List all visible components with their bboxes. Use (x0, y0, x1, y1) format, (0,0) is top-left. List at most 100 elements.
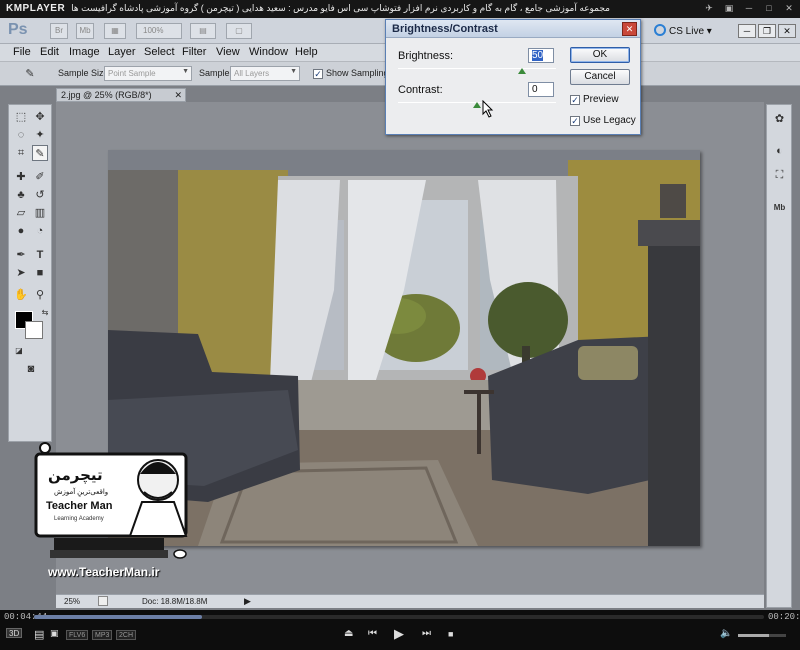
ps-logo: Ps (8, 21, 28, 38)
sample-size-select[interactable]: Point Sample ▼ (104, 66, 192, 81)
menu-window[interactable]: Window (249, 46, 288, 58)
minimize-icon[interactable]: ─ (742, 2, 756, 15)
arrange-documents-icon[interactable]: ▤ (190, 23, 216, 39)
menu-select[interactable]: Select (144, 46, 175, 58)
color-panel-icon[interactable]: ✿ (771, 111, 788, 128)
preview-checkbox[interactable]: ✓ (570, 95, 580, 105)
eyedropper-tool-icon[interactable]: ✎ (32, 145, 48, 161)
bridge-icon[interactable]: Br (50, 23, 68, 39)
ps-minimize-button[interactable]: ─ (738, 24, 756, 38)
menu-edit[interactable]: Edit (40, 46, 59, 58)
menu-layer[interactable]: Layer (108, 46, 136, 58)
seek-bar[interactable] (34, 615, 764, 619)
play-icon[interactable]: ▶ (394, 626, 404, 642)
dialog-close-button[interactable]: ✕ (622, 22, 637, 36)
3d-mode-button[interactable]: 3D (6, 628, 23, 638)
gradient-tool-icon[interactable]: ▥ (32, 205, 48, 221)
brightness-slider-thumb[interactable] (518, 68, 526, 74)
type-tool-icon[interactable]: T (32, 247, 48, 263)
history-brush-icon[interactable]: ↺ (32, 187, 48, 203)
dodge-tool-icon[interactable]: ◔ (32, 223, 48, 239)
watermark-brand-en: Teacher Man (46, 500, 113, 512)
view-extras-icon[interactable]: ▦ (104, 23, 126, 39)
sample-value: All Layers (234, 69, 270, 78)
quick-selection-icon[interactable]: ✦ (32, 127, 48, 143)
close-icon[interactable]: ✕ (782, 2, 796, 15)
adjustments-panel-icon[interactable]: ◐ (771, 143, 788, 160)
menu-icon[interactable]: ▤ (34, 628, 44, 641)
menu-help[interactable]: Help (295, 46, 318, 58)
ps-close-button[interactable]: ✕ (778, 24, 796, 38)
seek-bar-progress (34, 615, 202, 619)
zoom-level-select[interactable]: 100% (136, 23, 182, 39)
brush-tool-icon[interactable]: ✐ (32, 169, 48, 185)
ok-button[interactable]: OK (570, 47, 630, 63)
use-legacy-checkbox[interactable]: ✓ (570, 116, 580, 126)
menu-file[interactable]: File (13, 46, 31, 58)
brightness-slider-track[interactable] (398, 68, 556, 69)
menu-view[interactable]: View (216, 46, 240, 58)
lasso-tool-icon[interactable]: ◌ (13, 127, 29, 143)
zoom-tool-icon[interactable]: ⚲ (32, 287, 48, 303)
background-color-swatch[interactable] (25, 321, 43, 339)
eject-icon[interactable]: ⏏ (344, 628, 353, 639)
eraser-tool-icon[interactable]: ▱ (13, 205, 29, 221)
mini-bridge-panel-icon[interactable]: Mb (771, 199, 788, 216)
document-tab-label: 2.jpg @ 25% (RGB/8*) (61, 90, 152, 100)
shape-tool-icon[interactable]: ■ (32, 265, 48, 281)
cs-live-icon (654, 24, 666, 36)
volume-slider[interactable] (738, 634, 786, 637)
move-tool-icon[interactable]: ✥ (32, 109, 48, 125)
skin-icon[interactable]: ▣ (722, 2, 736, 15)
cs-live-menu[interactable]: CS Live ▾ (654, 24, 712, 37)
menu-image[interactable]: Image (69, 46, 100, 58)
control-box-icon[interactable]: ▣ (50, 628, 59, 639)
swap-colors-icon[interactable]: ⇆ (37, 305, 53, 321)
status-menu-arrow-icon[interactable]: ▶ (244, 596, 251, 607)
screen-mode-icon[interactable]: ▢ (226, 23, 252, 39)
crop-tool-icon[interactable]: ⌗ (13, 145, 29, 161)
document-image[interactable] (108, 150, 700, 546)
default-colors-icon[interactable]: ◪ (11, 343, 27, 359)
ps-restore-button[interactable]: ❐ (758, 24, 776, 38)
menu-filter[interactable]: Filter (182, 46, 206, 58)
audio-channels-badge: 2CH (116, 630, 137, 640)
pen-tool-icon[interactable]: ✒ (13, 247, 29, 263)
hand-tool-icon[interactable]: ✋ (13, 287, 29, 303)
sample-size-value: Point Sample (108, 69, 156, 78)
eyedropper-preset-icon[interactable]: ✎ (22, 66, 38, 82)
masks-panel-icon[interactable]: ⛶ (771, 167, 788, 184)
panel-dock: ✿ ◐ ⛶ Mb (766, 104, 792, 608)
marquee-tool-icon[interactable]: ⬚ (13, 109, 29, 125)
maximize-icon[interactable]: □ (762, 2, 776, 15)
stop-icon[interactable]: ■ (448, 629, 453, 639)
chevron-down-icon: ▼ (290, 68, 297, 75)
brightness-input[interactable]: 50 (528, 48, 554, 63)
video-codec-badge: FLV6 (66, 630, 89, 640)
preview-label: Preview (583, 94, 619, 105)
cancel-button[interactable]: Cancel (570, 69, 630, 85)
document-tab[interactable]: 2.jpg @ 25% (RGB/8*) ✕ (56, 88, 186, 102)
chevron-down-icon: ▼ (182, 68, 189, 75)
contrast-label: Contrast: (398, 84, 443, 96)
mini-bridge-icon[interactable]: Mb (76, 23, 94, 39)
contrast-slider-thumb[interactable] (473, 102, 481, 108)
sample-select[interactable]: All Layers ▼ (230, 66, 300, 81)
blur-tool-icon[interactable]: ● (13, 223, 29, 239)
zoom-percentage[interactable]: 25% (64, 597, 80, 606)
next-icon[interactable]: ⏭ (422, 628, 431, 639)
quick-mask-icon[interactable]: ◙ (23, 361, 39, 377)
mouse-cursor-icon (482, 100, 494, 118)
contrast-input[interactable]: 0 (528, 82, 554, 97)
clone-stamp-icon[interactable]: ♣ (13, 187, 29, 203)
status-info-icon[interactable] (98, 596, 108, 606)
pin-icon[interactable]: ✈ (702, 2, 716, 15)
path-selection-icon[interactable]: ➤ (13, 265, 29, 281)
healing-brush-icon[interactable]: ✚ (13, 169, 29, 185)
close-tab-icon[interactable]: ✕ (174, 89, 182, 101)
volume-icon[interactable]: 🔈 (720, 628, 732, 639)
volume-level (738, 634, 770, 637)
previous-icon[interactable]: ⏮ (368, 628, 377, 639)
show-sampling-ring-checkbox[interactable]: ✓ (313, 69, 323, 79)
brightness-contrast-dialog: Brightness/Contrast ✕ Brightness: 50 Con… (385, 19, 641, 135)
